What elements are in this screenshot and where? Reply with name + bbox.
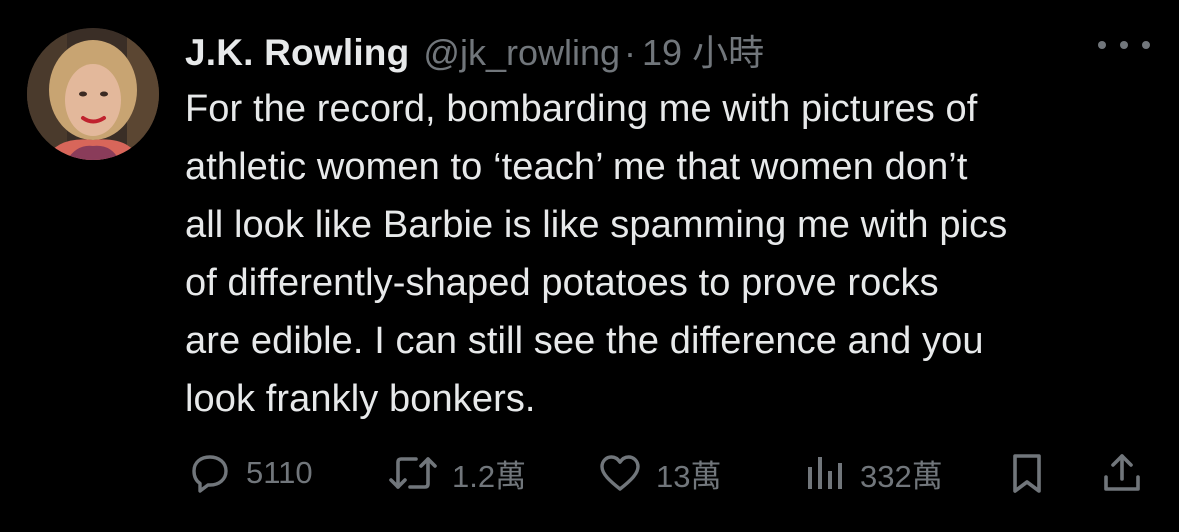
reply-button[interactable]: 5110 — [186, 445, 313, 501]
bar-chart-icon — [808, 457, 842, 489]
author-handle[interactable]: @jk_rowling — [423, 32, 620, 74]
tweet-text-line: For the record, bombarding me with pictu… — [185, 88, 978, 130]
reply-bubble-icon — [192, 455, 228, 493]
tweet-text-line: look frankly bonkers. — [185, 378, 536, 420]
tweet-text: For the record, bombarding me with pictu… — [185, 80, 1170, 428]
reply-count: 5110 — [246, 455, 313, 490]
tweet-card: J.K. Rowling @jk_rowling · 19 小時 For the… — [0, 0, 1179, 532]
like-button[interactable]: 13萬 — [596, 445, 721, 501]
repost-button[interactable]: 1.2萬 — [386, 445, 526, 501]
more-dot — [1098, 41, 1106, 49]
tweet-action-bar: 5110 1.2萬 13萬 332萬 — [0, 445, 1179, 501]
tweet-text-line: athletic women to ‘teach’ me that women … — [185, 146, 968, 188]
tweet-text-line: all look like Barbie is like spamming me… — [185, 204, 1008, 246]
tweet-text-line: are edible. I can still see the differen… — [185, 320, 984, 362]
avatar[interactable] — [27, 28, 159, 160]
tweet-text-line: of differently-shaped potatoes to prove … — [185, 262, 939, 304]
tweet-header: J.K. Rowling @jk_rowling · 19 小時 — [185, 24, 764, 74]
more-dot — [1120, 41, 1128, 49]
repost-count: 1.2萬 — [452, 458, 527, 494]
share-button[interactable] — [1098, 445, 1146, 501]
heart-icon — [600, 455, 640, 491]
header-separator: · — [624, 32, 637, 73]
bookmark-button[interactable] — [1003, 445, 1051, 501]
repost-arrows-icon — [389, 457, 437, 489]
like-count: 13萬 — [656, 458, 722, 494]
more-dot — [1142, 41, 1150, 49]
more-dots-icon[interactable] — [1098, 30, 1150, 60]
author-display-name[interactable]: J.K. Rowling — [185, 32, 409, 74]
avatar-portrait — [27, 28, 159, 160]
tweet-timestamp[interactable]: 19 小時 — [642, 24, 764, 76]
bookmark-icon — [1013, 454, 1041, 493]
views-button[interactable]: 332萬 — [800, 445, 943, 501]
share-upload-icon — [1104, 454, 1140, 491]
views-count: 332萬 — [860, 458, 943, 494]
